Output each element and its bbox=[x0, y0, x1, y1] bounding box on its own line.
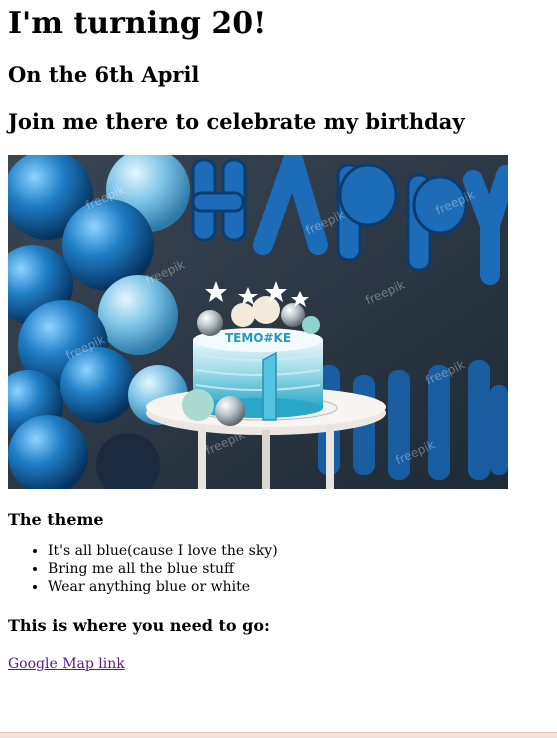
google-map-link[interactable]: Google Map link bbox=[8, 656, 125, 672]
bottom-edge-strip bbox=[0, 732, 557, 738]
list-item: Wear anything blue or white bbox=[48, 578, 549, 596]
invite-line: Join me there to celebrate my birthday bbox=[8, 109, 465, 134]
event-date: On the 6th April bbox=[8, 62, 200, 87]
birthday-cake-image: TEMO#KE freepik freepik freepik freepik … bbox=[8, 155, 508, 489]
list-item: Bring me all the blue stuff bbox=[48, 560, 549, 578]
cake-topper-text: TEMO#KE bbox=[225, 331, 291, 345]
location-heading: This is where you need to go: bbox=[8, 616, 270, 635]
page-title: I'm turning 20! bbox=[8, 6, 267, 41]
theme-list: It's all blue(cause I love the sky) Brin… bbox=[8, 542, 549, 596]
theme-heading: The theme bbox=[8, 510, 104, 529]
page-content: I'm turning 20! On the 6th April Join me… bbox=[0, 6, 557, 672]
list-item: It's all blue(cause I love the sky) bbox=[48, 542, 549, 560]
